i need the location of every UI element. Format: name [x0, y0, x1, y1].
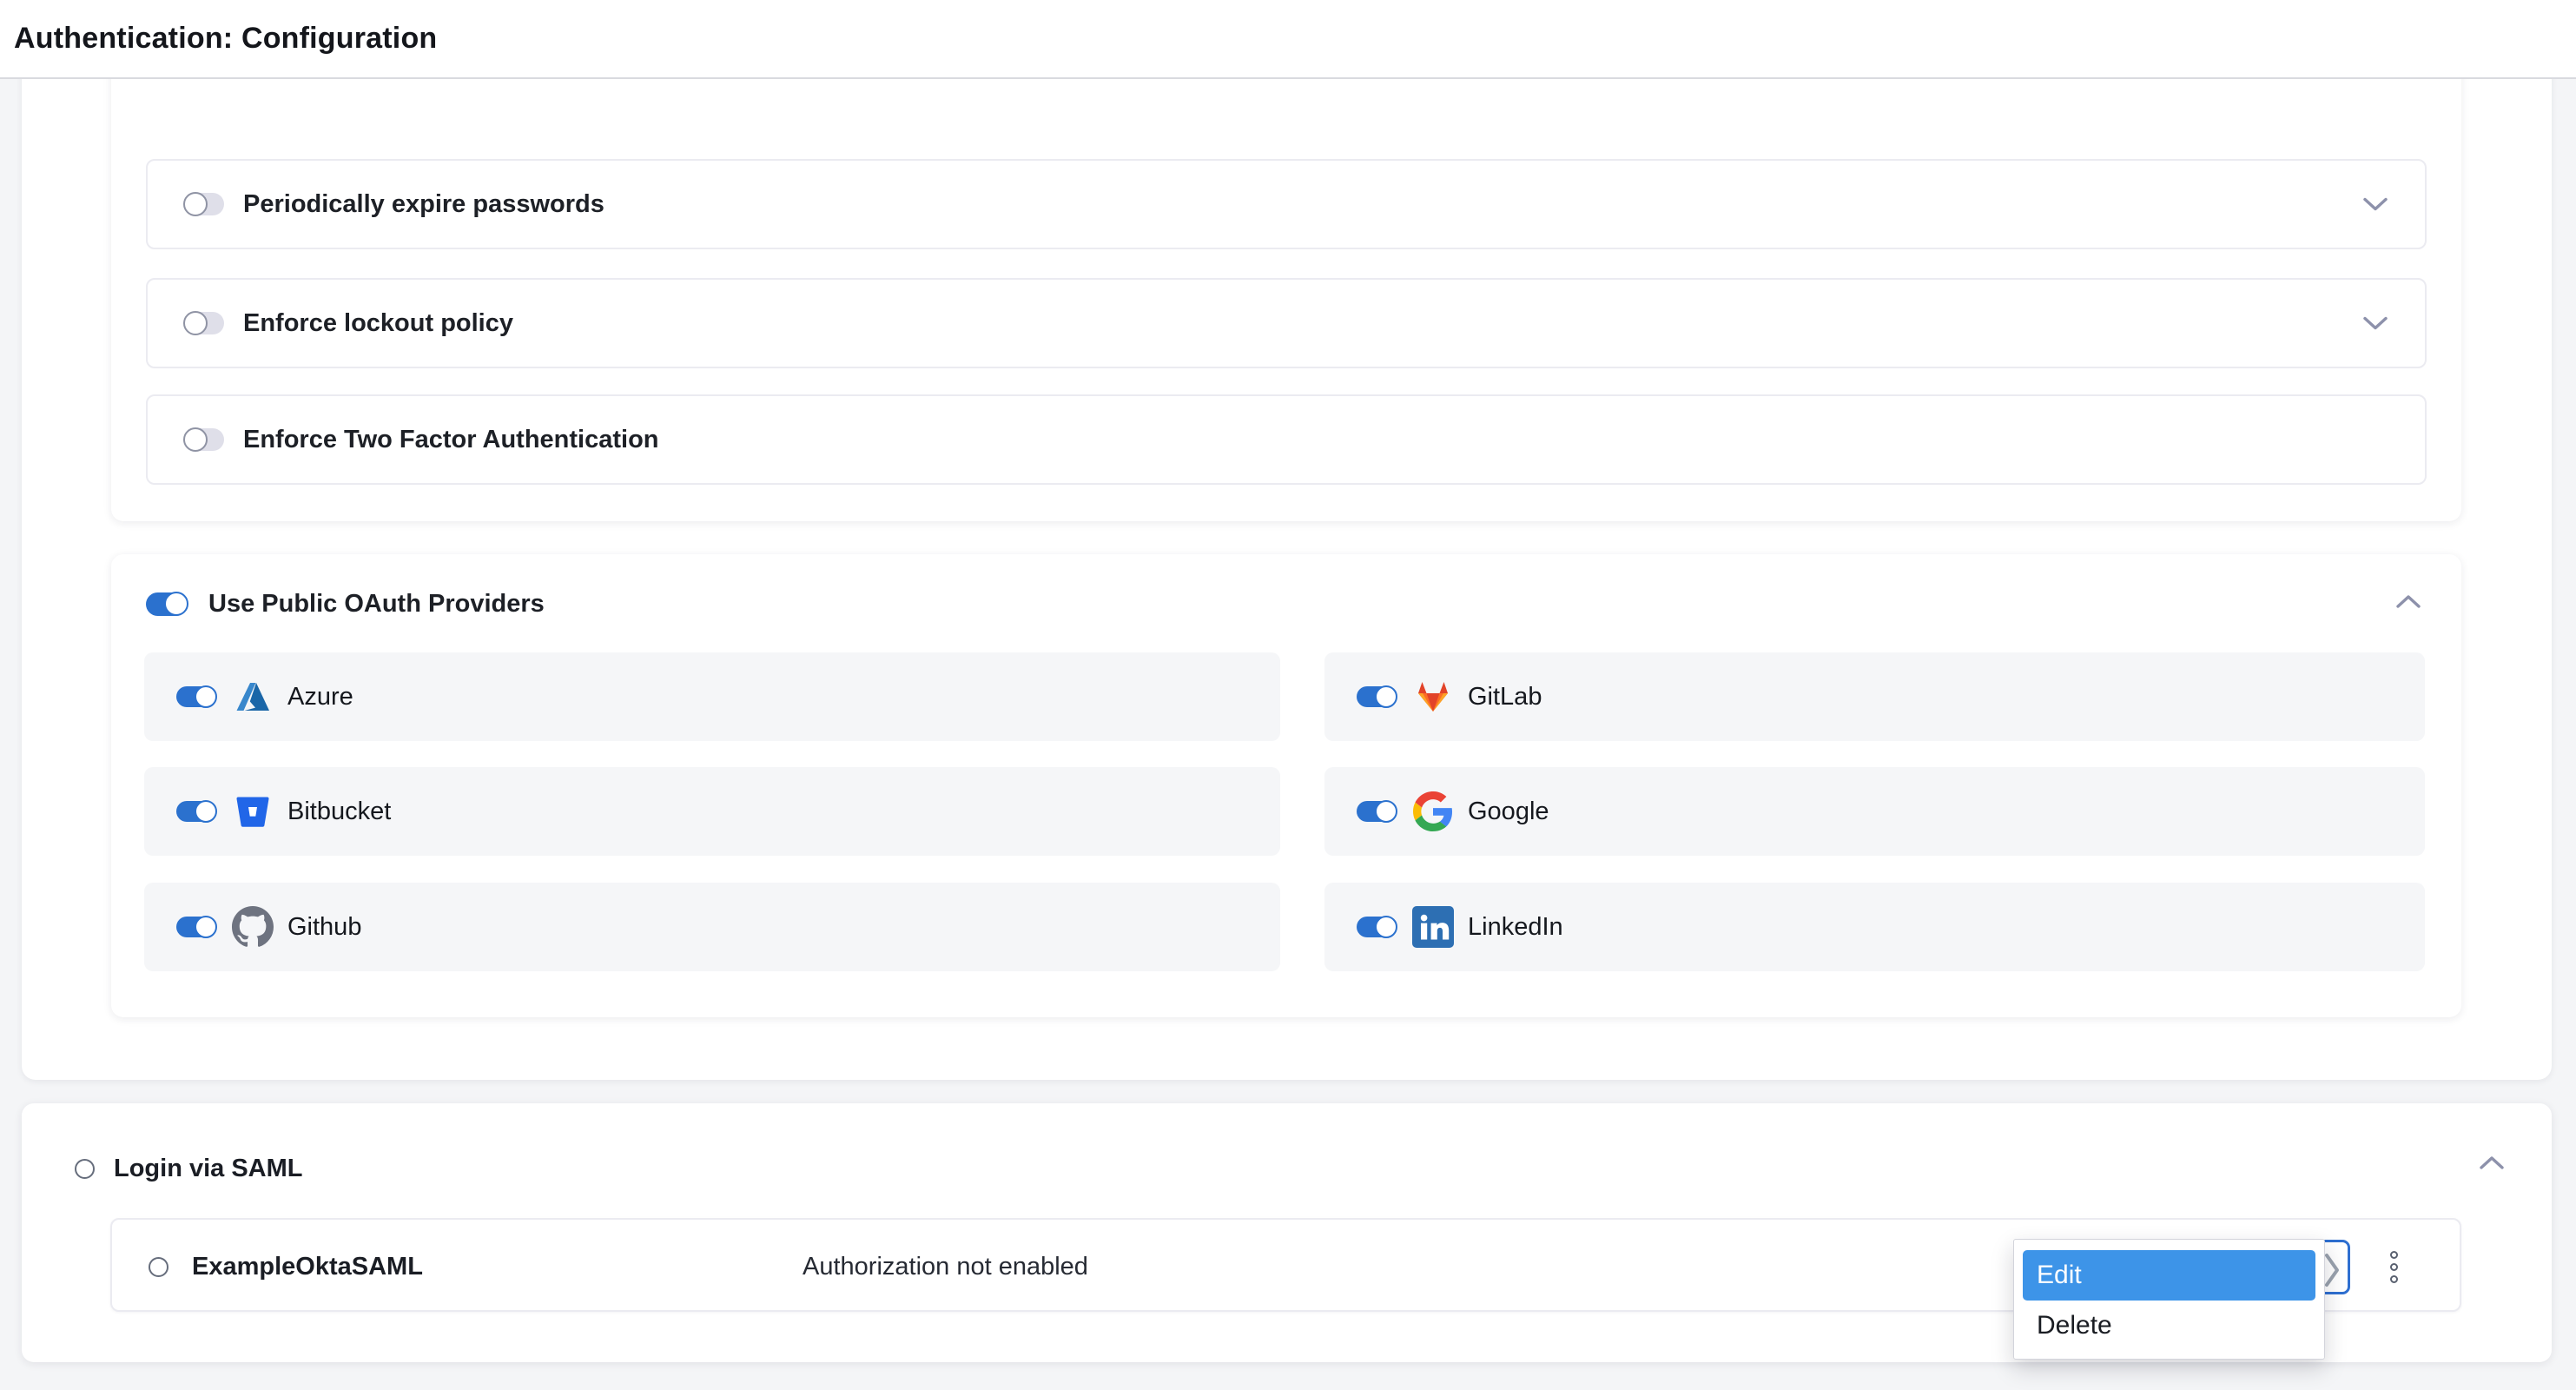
toggle-knob	[195, 800, 217, 823]
bitbucket-toggle[interactable]	[176, 801, 216, 822]
toggle-knob	[1375, 916, 1397, 938]
azure-icon	[232, 676, 274, 718]
provider-row-google: Google	[1324, 767, 2425, 856]
setting-label: Enforce Two Factor Authentication	[243, 426, 659, 454]
toggle-knob	[183, 192, 208, 216]
saml-entry-status: Authorization not enabled	[803, 1220, 1088, 1314]
toggle-knob	[1375, 800, 1397, 823]
chevron-down-icon[interactable]	[2362, 197, 2388, 212]
expire-passwords-toggle[interactable]	[184, 193, 224, 215]
oauth-master-toggle[interactable]	[146, 592, 188, 616]
azure-toggle[interactable]	[176, 686, 216, 707]
provider-row-gitlab: GitLab	[1324, 652, 2425, 741]
provider-name: Google	[1468, 798, 1549, 826]
setting-row-two-factor: Enforce Two Factor Authentication	[146, 394, 2427, 485]
provider-row-github: Github	[144, 883, 1280, 971]
provider-row-azure: Azure	[144, 652, 1280, 741]
setting-label: Enforce lockout policy	[243, 309, 513, 338]
menu-item-delete[interactable]: Delete	[2023, 1301, 2315, 1351]
saml-header-row: Login via SAML	[75, 1103, 2517, 1234]
saml-radio[interactable]	[75, 1159, 95, 1179]
provider-name: Bitbucket	[287, 798, 391, 826]
bitbucket-icon	[232, 791, 274, 832]
chevron-up-icon[interactable]	[2395, 594, 2421, 609]
caret-right-icon	[2323, 1248, 2342, 1292]
provider-name: LinkedIn	[1468, 913, 1563, 942]
menu-item-edit[interactable]: Edit	[2023, 1250, 2315, 1301]
saml-entry-radio[interactable]	[149, 1257, 168, 1277]
page-header: Authentication: Configuration	[0, 0, 2576, 79]
linkedin-icon	[1412, 906, 1454, 948]
chevron-up-icon[interactable]	[2479, 1155, 2505, 1170]
github-toggle[interactable]	[176, 917, 216, 937]
kebab-menu-icon[interactable]	[2376, 1243, 2411, 1290]
setting-row-lockout-policy: Enforce lockout policy	[146, 278, 2427, 368]
github-icon	[232, 906, 274, 948]
lockout-policy-toggle[interactable]	[184, 312, 224, 334]
linkedin-toggle[interactable]	[1357, 917, 1397, 937]
gitlab-toggle[interactable]	[1357, 686, 1397, 707]
gitlab-icon	[1412, 676, 1454, 718]
page-title: Authentication: Configuration	[14, 22, 437, 56]
toggle-knob	[195, 685, 217, 708]
oauth-header-row: Use Public OAuth Providers	[146, 554, 2427, 653]
toggle-knob	[1375, 685, 1397, 708]
provider-name: Github	[287, 913, 361, 942]
two-factor-toggle[interactable]	[184, 428, 224, 451]
provider-name: GitLab	[1468, 683, 1542, 712]
oauth-providers-panel: Use Public OAuth Providers Azure	[111, 554, 2461, 1017]
saml-entry-name: ExampleOktaSAML	[192, 1220, 423, 1314]
toggle-knob	[164, 592, 188, 616]
provider-row-bitbucket: Bitbucket	[144, 767, 1280, 856]
toggle-knob	[183, 311, 208, 335]
oauth-section-title: Use Public OAuth Providers	[208, 590, 545, 619]
toggle-knob	[195, 916, 217, 938]
google-toggle[interactable]	[1357, 801, 1397, 822]
setting-label: Periodically expire passwords	[243, 190, 604, 219]
provider-name: Azure	[287, 683, 353, 712]
password-settings-panel: Password settings Periodically expire pa…	[111, 3, 2461, 521]
chevron-down-icon[interactable]	[2362, 316, 2388, 331]
context-menu: Edit Delete	[2013, 1239, 2325, 1360]
saml-section-title: Login via SAML	[114, 1155, 303, 1183]
provider-row-linkedin: LinkedIn	[1324, 883, 2425, 971]
toggle-knob	[183, 427, 208, 452]
setting-row-expire-passwords: Periodically expire passwords	[146, 159, 2427, 249]
google-icon	[1412, 791, 1454, 832]
